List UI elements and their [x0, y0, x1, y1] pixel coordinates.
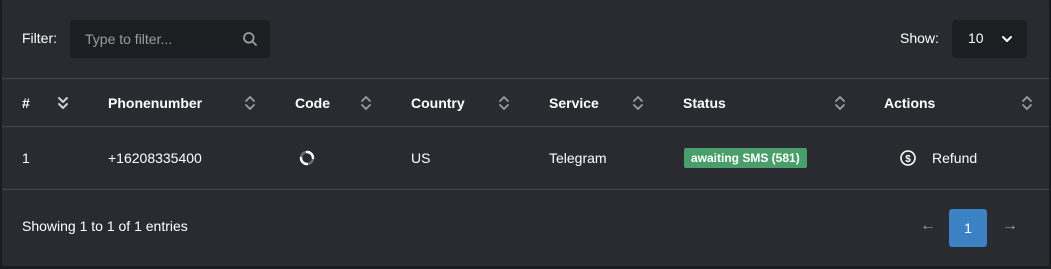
filter-input[interactable]	[70, 20, 270, 58]
filter-label: Filter:	[22, 30, 57, 46]
dollar-circle-icon: $	[900, 150, 916, 166]
sort-icon[interactable]	[632, 95, 644, 111]
refund-button[interactable]: $ Refund	[900, 150, 977, 166]
column-header-code[interactable]: Code	[295, 79, 330, 126]
sort-desc-icon[interactable]	[57, 95, 69, 111]
page-size-value: 10	[968, 30, 984, 46]
table-footer: Showing 1 to 1 of 1 entries ← 1 →	[2, 189, 1049, 266]
sort-icon[interactable]	[1021, 95, 1033, 111]
sort-icon[interactable]	[498, 95, 510, 111]
status-cell: awaiting SMS (581)	[684, 127, 807, 189]
country: US	[411, 150, 431, 166]
table-toolbar: Filter: Show: 10	[2, 0, 1049, 78]
search-icon[interactable]	[242, 31, 258, 47]
column-header-phonenumber[interactable]: Phonenumber	[108, 79, 202, 126]
phone-number: +16208335400	[108, 150, 202, 166]
table-row: 1 +16208335400 US Telegram awaiting SMS …	[2, 126, 1049, 190]
actions-cell: $ Refund	[900, 127, 977, 189]
row-index: 1	[22, 150, 30, 166]
loading-spinner-icon	[299, 150, 315, 166]
numbers-table: # Phonenumber Code Country Service Statu…	[2, 78, 1049, 190]
svg-text:$: $	[905, 154, 911, 165]
refund-label: Refund	[932, 150, 978, 166]
pagination-prev[interactable]: ←	[920, 217, 936, 235]
code-cell	[299, 127, 315, 189]
chevron-down-icon	[1002, 36, 1012, 42]
entries-panel: Filter: Show: 10 # Pho	[2, 0, 1049, 266]
entries-summary: Showing 1 to 1 of 1 entries	[22, 218, 188, 234]
sort-icon[interactable]	[834, 95, 846, 111]
column-header-service[interactable]: Service	[549, 79, 599, 126]
column-header-actions[interactable]: Actions	[884, 79, 935, 126]
table-header-row: # Phonenumber Code Country Service Statu…	[2, 78, 1049, 126]
status-badge: awaiting SMS (581)	[684, 148, 807, 168]
sort-icon[interactable]	[360, 95, 372, 111]
pagination-next[interactable]: →	[1002, 217, 1018, 235]
page-size-select[interactable]: 10	[952, 20, 1027, 58]
filter-field[interactable]	[70, 20, 270, 58]
column-header-index[interactable]: #	[22, 79, 30, 126]
sort-icon[interactable]	[244, 95, 256, 111]
column-header-status[interactable]: Status	[683, 79, 726, 126]
pagination-page-1[interactable]: 1	[949, 209, 987, 247]
column-header-country[interactable]: Country	[411, 79, 465, 126]
show-label: Show:	[900, 30, 939, 46]
service: Telegram	[549, 150, 607, 166]
